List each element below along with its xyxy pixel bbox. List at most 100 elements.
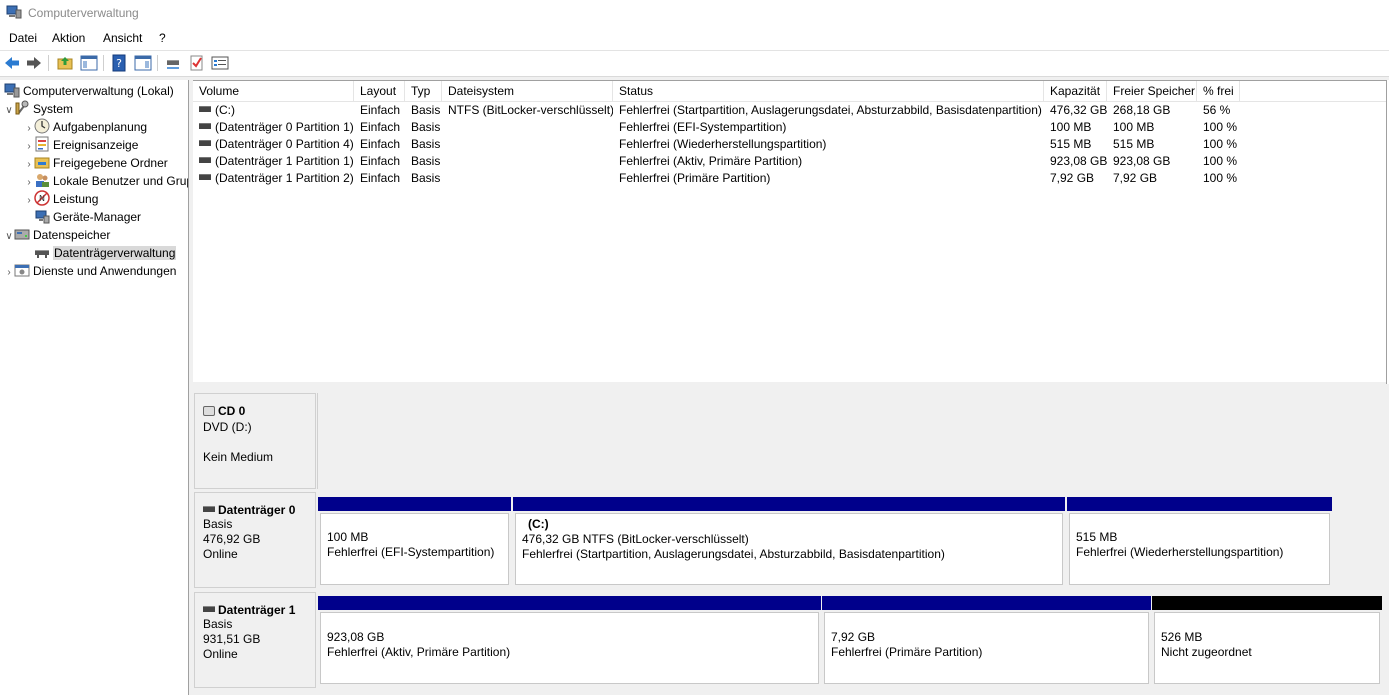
performance-icon: N [34,190,50,206]
volume-list: Volume Layout Typ Dateisystem Status Kap… [193,80,1387,385]
table-row[interactable]: (C:) Einfach Basis NTFS (BitLocker-versc… [193,102,1386,119]
disk-type: Basis [203,617,233,631]
cell-layout: Einfach [360,137,401,151]
table-row[interactable]: (Datenträger 1 Partition 1) Einfach Basi… [193,153,1386,170]
chevron-down-icon[interactable]: ∨ [4,228,14,246]
tree-item-local-users[interactable]: ›Lokale Benutzer und Gruppen [24,172,188,190]
disk-label-disk0[interactable]: Datenträger 0 Basis 476,92 GB Online [194,492,316,588]
cell-layout: Einfach [360,120,401,134]
toolbar: ? [0,51,1389,76]
cell-capacity: 515 MB [1050,137,1092,151]
column-header-capacity[interactable]: Kapazität [1044,81,1107,101]
cell-status: Fehlerfrei (Aktiv, Primäre Partition) [619,154,803,168]
column-header-free-space[interactable]: Freier Speicher [1107,81,1197,101]
volume-icon [199,157,211,163]
tree-item-event-viewer[interactable]: › Ereignisanzeige [24,136,138,154]
cd0-empty-area [317,393,1389,489]
menu-view[interactable]: Ansicht [101,31,144,45]
tree-system[interactable]: ∨ System [4,100,73,118]
partition-size: 526 MB [1161,630,1203,644]
up-folder-icon[interactable] [56,54,74,72]
tree-services[interactable]: › Dienste und Anwendungen [4,262,176,280]
column-header-type[interactable]: Typ [405,81,442,101]
disk-icon [203,606,215,612]
partition-disk0-recovery[interactable]: 515 MB Fehlerfrei (Wiederherstellungspar… [1067,497,1332,587]
disk-name: CD 0 [218,404,246,418]
cell-type: Basis [411,120,441,134]
partition-bar [1067,497,1332,511]
cell-capacity: 923,08 GB [1050,154,1107,168]
properties-icon[interactable] [211,54,229,72]
cell-capacity: 100 MB [1050,120,1092,134]
tree-item-device-manager[interactable]: Geräte-Manager [24,208,141,226]
disk1-partitions: 923,08 GB Fehlerfrei (Aktiv, Primäre Par… [317,596,1387,686]
device-manager-icon [35,210,50,224]
menu-file[interactable]: Datei [7,31,39,45]
partition-size: 7,92 GB [831,630,876,644]
tree-item-disk-management[interactable]: Datenträgerverwaltung [24,244,177,262]
column-header-volume[interactable]: Volume [193,81,354,101]
tree-item-task-scheduler[interactable]: › Aufgabenplanung [24,118,147,136]
column-header-status[interactable]: Status [613,81,1044,101]
cell-percent-free: 100 % [1203,171,1238,185]
help-icon[interactable]: ? [110,54,128,72]
tree-root[interactable]: Computerverwaltung (Lokal) [4,82,174,100]
cell-status: Fehlerfrei (EFI-Systempartition) [619,120,787,134]
column-header-filesystem[interactable]: Dateisystem [442,81,613,101]
partition-status: Fehlerfrei (Startpartition, Auslagerungs… [522,547,945,561]
svg-text:?: ? [116,57,122,70]
navigation-tree: Computerverwaltung (Lokal) ∨ System › Aufg… [0,80,189,695]
chevron-down-icon[interactable]: ∨ [4,102,14,120]
partition-bar [318,497,511,511]
disk-status: Online [203,647,238,661]
partition-status: Fehlerfrei (Aktiv, Primäre Partition) [327,645,511,659]
disk-status: Kein Medium [203,450,274,464]
tree-storage[interactable]: ∨ Datenspeicher [4,226,110,244]
partition-disk1-2[interactable]: 7,92 GB Fehlerfrei (Primäre Partition) [822,596,1151,686]
column-header-layout[interactable]: Layout [354,81,405,101]
table-row[interactable]: (Datenträger 1 Partition 2) Einfach Basi… [193,170,1386,187]
cell-free-space: 515 MB [1113,137,1155,151]
action-pane-icon[interactable] [134,54,152,72]
column-header-percent-free[interactable]: % frei [1197,81,1240,101]
partition-bar [318,596,821,610]
cell-free-space: 100 MB [1113,120,1155,134]
disk-type: DVD (D:) [203,420,252,434]
show-hide-tree-icon[interactable] [80,54,98,72]
cell-filesystem: NTFS (BitLocker-verschlüsselt) [448,103,613,117]
cell-capacity: 7,92 GB [1050,171,1095,185]
disk-management-icon [35,250,49,258]
menu-help[interactable]: ? [157,31,168,45]
unallocated-bar [1152,596,1382,610]
cell-volume: (Datenträger 1 Partition 1) [215,154,354,168]
chevron-right-icon[interactable]: › [4,264,14,282]
cell-free-space: 7,92 GB [1113,171,1158,185]
disk-size: 931,51 GB [203,632,261,646]
partition-status: Nicht zugeordnet [1161,645,1252,659]
connect-icon[interactable] [164,54,182,72]
cell-free-space: 268,18 GB [1113,103,1171,117]
forward-icon[interactable] [25,54,43,72]
check-icon[interactable] [188,54,206,72]
back-icon[interactable] [3,54,21,72]
partition-disk1-1[interactable]: 923,08 GB Fehlerfrei (Aktiv, Primäre Par… [318,596,821,686]
event-viewer-icon [35,136,49,152]
partition-disk0-efi[interactable]: 100 MB Fehlerfrei (EFI-Systempartition) [318,497,511,587]
partition-disk1-unallocated[interactable]: 526 MB Nicht zugeordnet [1152,596,1382,686]
disk-label-disk1[interactable]: Datenträger 1 Basis 931,51 GB Online [194,592,316,688]
table-row[interactable]: (Datenträger 0 Partition 4) Einfach Basi… [193,136,1386,153]
volume-icon [199,174,211,180]
users-icon [36,174,49,187]
partition-size: 476,32 GB NTFS (BitLocker-verschlüsselt) [522,532,749,546]
cell-volume: (Datenträger 1 Partition 2) [215,171,354,185]
table-row[interactable]: (Datenträger 0 Partition 1) Einfach Basi… [193,119,1386,136]
tree-item-shared-folders[interactable]: › Freigegebene Ordner [24,154,167,172]
partition-disk0-c[interactable]: (C:) 476,32 GB NTFS (BitLocker-verschlüs… [513,497,1065,587]
tree-item-performance[interactable]: › N Leistung [24,190,98,208]
partition-status: Fehlerfrei (Primäre Partition) [831,645,983,659]
horizontal-splitter[interactable] [193,384,1389,391]
partition-bar [513,497,1065,511]
disk-label-cd0[interactable]: CD 0 DVD (D:) Kein Medium [194,393,316,489]
menu-action[interactable]: Aktion [50,31,87,45]
partition-size: 515 MB [1076,530,1118,544]
